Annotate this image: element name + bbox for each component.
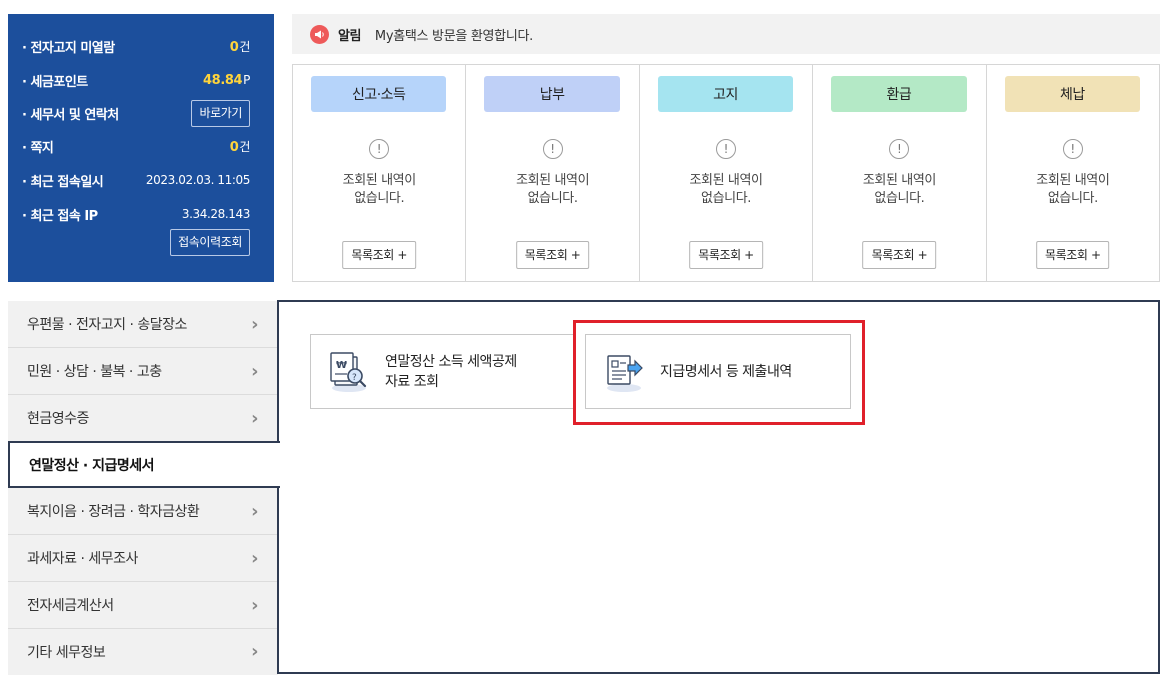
menu-item-cash-receipts[interactable]: 현금영수증 ›	[8, 395, 278, 442]
last-login-value: 2023.02.03. 11:05	[145, 173, 251, 187]
user-info-panel: 전자고지 미열람 0건 세금포인트 48.84P 세무서 및 연락처 바로가기 …	[8, 14, 274, 282]
empty-message-line1: 조회된 내역이	[1036, 173, 1110, 188]
memo-value: 0건	[229, 138, 251, 155]
card-arrears: 체납 ! 조회된 내역이없습니다. 목록조회 +	[987, 65, 1159, 281]
last-login-label: 최근 접속일시	[22, 171, 103, 190]
tax-office-goto-button[interactable]: 바로가기	[191, 99, 250, 127]
card-refund: 환급 ! 조회된 내역이없습니다. 목록조회 +	[813, 65, 987, 281]
empty-message-line1: 조회된 내역이	[516, 173, 590, 188]
login-history-button[interactable]: 접속이력조회	[170, 228, 250, 256]
menu-item-label: 연말정산 · 지급명세서	[29, 457, 155, 474]
chevron-right-icon: ›	[251, 313, 258, 335]
empty-message-line1: 조회된 내역이	[689, 173, 763, 188]
chevron-right-icon: ›	[251, 360, 258, 382]
empty-message: 조회된 내역이없습니다.	[293, 172, 465, 208]
menu-item-e-tax-invoice[interactable]: 전자세금계산서 ›	[8, 582, 278, 629]
card-notice: 고지 ! 조회된 내역이없습니다. 목록조회 +	[640, 65, 814, 281]
last-ip-label: 최근 접속 IP	[22, 205, 98, 224]
chevron-right-icon: ›	[251, 641, 258, 662]
last-ip-row: 최근 접속 IP 3.34.28.143	[22, 204, 250, 224]
menu-item-welfare-benefits[interactable]: 복지이음 · 장려금 · 학자금상환 ›	[8, 488, 278, 535]
menu-item-label: 우편물 · 전자고지 · 송달장소	[27, 317, 187, 333]
card-filing-income: 신고·소득 ! 조회된 내역이없습니다. 목록조회 +	[293, 65, 467, 281]
service-label-line1: 연말정산 소득 세액공제	[385, 353, 517, 370]
chevron-right-icon: ›	[251, 594, 258, 616]
svg-text:?: ?	[352, 373, 357, 383]
view-list-button[interactable]: 목록조회 +	[862, 241, 937, 269]
menu-item-label: 과세자료 · 세무조사	[27, 551, 138, 567]
view-list-button[interactable]: 목록조회 +	[1036, 241, 1110, 269]
chevron-right-icon: ›	[251, 500, 258, 522]
highlight-box	[573, 320, 865, 425]
chevron-right-icon: ›	[251, 407, 258, 429]
info-circle-icon: !	[716, 139, 737, 159]
menu-item-label: 현금영수증	[27, 411, 89, 427]
login-history-row: 접속이력조회	[22, 228, 250, 256]
menu-item-tax-data-audit[interactable]: 과세자료 · 세무조사 ›	[8, 535, 278, 582]
card-title: 체납	[1004, 76, 1141, 112]
memo-label: 쪽지	[22, 137, 53, 156]
empty-message-line1: 조회된 내역이	[342, 173, 416, 188]
empty-message-line2: 없습니다.	[874, 191, 925, 206]
empty-message-line2: 없습니다.	[701, 191, 751, 206]
menu-item-label: 민원 · 상담 · 불복 · 고충	[27, 364, 162, 380]
menu-item-other-tax-info[interactable]: 기타 세무정보 ›	[8, 628, 278, 675]
memo-unit: 건	[239, 139, 250, 154]
tax-points-row[interactable]: 세금포인트 48.84P	[22, 70, 250, 90]
tax-points-value: 48.84P	[203, 73, 250, 88]
service-label: 연말정산 소득 세액공제자료 조회	[385, 352, 517, 392]
menu-item-mail-notice[interactable]: 우편물 · 전자고지 · 송달장소 ›	[8, 301, 278, 348]
menu-item-label: 복지이음 · 장려금 · 학자금상환	[27, 504, 200, 520]
notice-message: My홈택스 방문을 환영합니다.	[374, 28, 533, 44]
view-list-button[interactable]: 목록조회 +	[689, 241, 763, 269]
unread-notice-row[interactable]: 전자고지 미열람 0건	[22, 36, 250, 56]
last-ip-value: 3.34.28.143	[181, 207, 251, 221]
card-title: 환급	[831, 76, 967, 112]
service-label-line2: 자료 조회	[385, 373, 439, 390]
tax-office-label: 세무서 및 연락처	[22, 104, 119, 123]
memo-row[interactable]: 쪽지 0건	[22, 136, 250, 156]
info-circle-icon: !	[889, 139, 910, 159]
empty-message-line2: 없습니다.	[1047, 191, 1098, 206]
notice-bar: 알림 My홈택스 방문을 환영합니다.	[292, 14, 1160, 54]
card-payment: 납부 ! 조회된 내역이없습니다. 목록조회 +	[466, 65, 640, 281]
unread-notice-value: 0건	[229, 38, 251, 55]
tax-points-unit: P	[243, 72, 250, 87]
empty-message: 조회된 내역이없습니다.	[813, 172, 985, 208]
empty-message: 조회된 내역이없습니다.	[987, 172, 1159, 208]
empty-message: 조회된 내역이없습니다.	[466, 172, 638, 208]
unread-notice-count: 0	[229, 39, 239, 55]
info-circle-icon: !	[542, 139, 563, 159]
empty-message-line2: 없습니다.	[527, 191, 578, 206]
menu-item-label: 기타 세무정보	[27, 644, 106, 661]
card-title: 납부	[484, 76, 620, 112]
status-cards: 신고·소득 ! 조회된 내역이없습니다. 목록조회 + 납부 ! 조회된 내역이…	[292, 64, 1160, 282]
menu-item-civil-complaints[interactable]: 민원 · 상담 · 불복 · 고충 ›	[8, 348, 278, 395]
tax-points-number: 48.84	[203, 72, 243, 88]
info-circle-icon: !	[369, 139, 390, 159]
memo-count: 0	[229, 139, 239, 155]
notice-title: 알림	[338, 28, 361, 44]
svg-text:₩: ₩	[336, 360, 347, 371]
card-title: 고지	[657, 76, 794, 112]
unread-notice-label: 전자고지 미열람	[22, 37, 115, 56]
empty-message-line1: 조회된 내역이	[862, 173, 936, 188]
last-login-row: 최근 접속일시 2023.02.03. 11:05	[22, 170, 250, 190]
document-search-icon: ₩ ?	[327, 350, 371, 394]
card-title: 신고·소득	[311, 76, 447, 112]
tax-points-label: 세금포인트	[22, 71, 88, 90]
empty-message: 조회된 내역이없습니다.	[640, 172, 812, 208]
megaphone-icon	[310, 24, 329, 44]
menu-item-label: 전자세금계산서	[27, 598, 114, 614]
sidebar-menu: 우편물 · 전자고지 · 송달장소 › 민원 · 상담 · 불복 · 고충 › …	[8, 301, 280, 675]
service-deduction-lookup-button[interactable]: ₩ ? 연말정산 소득 세액공제자료 조회	[310, 334, 576, 409]
view-list-button[interactable]: 목록조회 +	[515, 241, 590, 269]
unread-notice-unit: 건	[239, 39, 250, 54]
chevron-right-icon: ›	[251, 547, 258, 569]
tax-office-row: 세무서 및 연락처 바로가기	[22, 99, 250, 127]
info-circle-icon: !	[1062, 139, 1083, 159]
empty-message-line2: 없습니다.	[354, 191, 405, 206]
view-list-button[interactable]: 목록조회 +	[342, 241, 417, 269]
menu-item-year-end-settlement[interactable]: 연말정산 · 지급명세서 ›	[8, 441, 280, 488]
